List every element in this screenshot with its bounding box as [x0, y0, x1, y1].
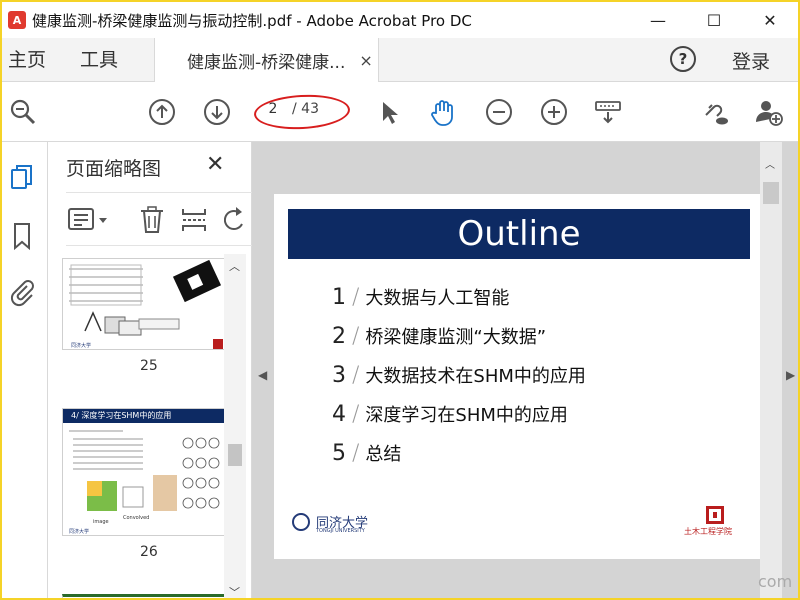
- watermark-text: com: [758, 572, 793, 591]
- college-logo: 土木工程学院: [684, 506, 744, 542]
- zoom-search-icon[interactable]: [8, 97, 38, 127]
- document-tab-label: 健康监测-桥梁健康...: [187, 52, 346, 73]
- thumbnail-page-number: 25: [140, 358, 158, 374]
- outline-text: 大数据与人工智能: [365, 288, 510, 309]
- pdf-page: Outline 1/大数据与人工智能 2/桥梁健康监测“大数据” 3/大数据技术…: [274, 194, 760, 559]
- red-annotation-oval: [253, 92, 351, 132]
- outline-item: 5/总结: [332, 440, 402, 466]
- outline-number: 2: [332, 323, 346, 349]
- document-view[interactable]: ◀ Outline 1/大数据与人工智能 2/桥梁健康监测“大数据” 3/大数据…: [252, 142, 798, 598]
- outline-text: 大数据技术在SHM中的应用: [365, 366, 586, 387]
- tab-bar: 主页 工具 健康监测-桥梁健康... × ? 登录: [2, 38, 798, 82]
- svg-text:同济大学: 同济大学: [69, 528, 89, 535]
- outline-number: 5: [332, 440, 346, 466]
- thumbnails-scroll-thumb[interactable]: [228, 444, 242, 466]
- doc-scroll-up-arrow-icon[interactable]: ︿: [765, 156, 775, 171]
- link-cloud-icon[interactable]: [700, 97, 730, 127]
- acrobat-window: A 健康监测-桥梁健康监测与振动控制.pdf - Adobe Acrobat P…: [0, 0, 800, 600]
- thumbnail-heading: 4/ 深度学习在SHM中的应用: [63, 409, 225, 423]
- title-bar: A 健康监测-桥梁健康监测与振动控制.pdf - Adobe Acrobat P…: [2, 2, 798, 38]
- page-thumbnail[interactable]: [62, 594, 226, 598]
- help-button[interactable]: ?: [670, 46, 696, 72]
- outline-item: 1/大数据与人工智能: [332, 284, 510, 310]
- minimize-button[interactable]: —: [630, 2, 686, 38]
- navigation-rail: [2, 142, 48, 598]
- expand-right-panel-icon[interactable]: ▶: [786, 368, 795, 382]
- college-name: 土木工程学院: [684, 527, 732, 536]
- thumbnail-options-icon[interactable]: [68, 206, 112, 238]
- bookmarks-icon[interactable]: [8, 220, 36, 251]
- close-document-tab-button[interactable]: ×: [359, 51, 372, 70]
- svg-text:同济大学: 同济大学: [71, 342, 91, 349]
- outline-text: 总结: [365, 444, 402, 465]
- outline-number: 4: [332, 401, 346, 427]
- panel-title: 页面缩略图: [66, 158, 162, 180]
- maximize-button[interactable]: ☐: [686, 2, 742, 38]
- outline-number: 3: [332, 362, 346, 388]
- close-window-button[interactable]: ✕: [742, 2, 798, 38]
- fit-page-icon[interactable]: [593, 97, 623, 127]
- main-toolbar: 2/ 43: [2, 82, 798, 142]
- collapse-left-panel-icon[interactable]: ◀: [258, 368, 267, 382]
- outline-number: 1: [332, 284, 346, 310]
- thumbnail-page-number: 26: [140, 544, 158, 560]
- login-button[interactable]: 登录: [732, 38, 770, 82]
- tongji-logo: 同济大学 TONGJI UNIVERSITY: [292, 512, 368, 534]
- university-seal-icon: [292, 512, 310, 531]
- hand-tool-icon[interactable]: [428, 97, 458, 127]
- select-pointer-icon[interactable]: [374, 97, 404, 127]
- delete-page-icon[interactable]: [138, 206, 166, 238]
- rotate-page-icon[interactable]: [223, 206, 246, 238]
- thumbnails-panel: 页面缩略图 ✕ 同济大学 25 4/ 深度学习在SHM中的应用 image Co…: [48, 142, 252, 598]
- college-emblem-icon: [706, 506, 724, 524]
- svg-text:Convolved: Convolved: [123, 515, 149, 521]
- panel-toolbar: [66, 192, 252, 246]
- attachments-icon[interactable]: [8, 276, 36, 307]
- insert-page-icon[interactable]: [180, 206, 208, 238]
- page-thumbnails-icon[interactable]: [8, 162, 36, 192]
- zoom-in-icon[interactable]: [539, 97, 569, 127]
- tab-home[interactable]: 主页: [8, 38, 46, 82]
- outline-item: 3/大数据技术在SHM中的应用: [332, 362, 586, 388]
- add-user-icon[interactable]: [754, 97, 784, 127]
- document-scroll-thumb[interactable]: [763, 182, 779, 204]
- document-scrollbar[interactable]: ︿: [760, 142, 782, 598]
- svg-text:image: image: [93, 519, 109, 525]
- outline-text: 深度学习在SHM中的应用: [365, 405, 568, 426]
- outline-item: 4/深度学习在SHM中的应用: [332, 401, 568, 427]
- page-up-icon[interactable]: [147, 97, 177, 127]
- tab-tools[interactable]: 工具: [80, 38, 118, 82]
- page-thumbnail[interactable]: 4/ 深度学习在SHM中的应用 image Convolved 同济大学: [62, 408, 226, 536]
- window-title: 健康监测-桥梁健康监测与振动控制.pdf - Adobe Acrobat Pro…: [32, 11, 472, 30]
- outline-item: 2/桥梁健康监测“大数据”: [332, 323, 547, 349]
- tab-document[interactable]: 健康监测-桥梁健康... ×: [154, 38, 379, 82]
- outline-text: 桥梁健康监测“大数据”: [365, 327, 547, 348]
- zoom-out-icon[interactable]: [484, 97, 514, 127]
- thumbnails-scrollbar[interactable]: ︿ ﹀: [224, 254, 246, 598]
- slide-title: Outline: [288, 209, 750, 259]
- page-down-icon[interactable]: [202, 97, 232, 127]
- scroll-up-arrow-icon[interactable]: ︿: [229, 258, 240, 274]
- acrobat-app-icon: A: [8, 11, 26, 29]
- page-thumbnail[interactable]: 同济大学: [62, 258, 226, 350]
- university-name-english: TONGJI UNIVERSITY: [316, 528, 365, 534]
- panel-close-button[interactable]: ✕: [206, 152, 224, 177]
- scroll-down-arrow-icon[interactable]: ﹀: [229, 584, 240, 598]
